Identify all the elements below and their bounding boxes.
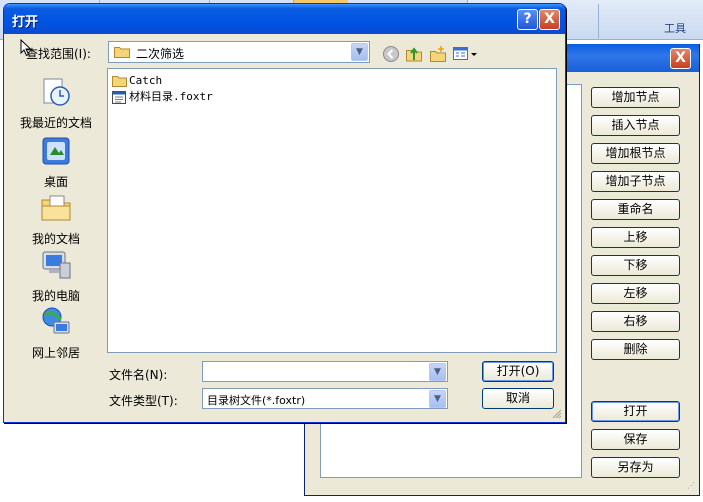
add-node-button[interactable]: 增加节点: [591, 87, 680, 108]
look-in-combo[interactable]: 二次筛选 ▼: [108, 41, 370, 63]
add-child-node-button[interactable]: 增加子节点: [591, 171, 680, 192]
move-right-button[interactable]: 右移: [591, 311, 680, 332]
chevron-down-icon[interactable]: ▼: [351, 43, 368, 61]
view-menu-icon[interactable]: [452, 45, 478, 63]
resize-grip-icon[interactable]: [552, 409, 562, 419]
place-label: 我的文档: [31, 232, 80, 246]
save-as-button[interactable]: 另存为: [591, 457, 680, 478]
file-name-label: 文件名(N):: [109, 368, 168, 382]
tree-close-button[interactable]: X: [670, 48, 691, 69]
place-recent-documents[interactable]: 我最近的文档: [12, 76, 100, 132]
place-label: 网上邻居: [31, 346, 80, 360]
place-my-computer[interactable]: 我的电脑: [12, 249, 100, 305]
file-type-value: 目录树文件(*.foxtr): [207, 394, 306, 407]
move-up-button[interactable]: 上移: [591, 227, 680, 248]
insert-node-button[interactable]: 插入节点: [591, 115, 680, 136]
place-label: 我最近的文档: [19, 116, 92, 130]
place-network[interactable]: 网上邻居: [12, 306, 100, 362]
file-icon: [112, 91, 126, 104]
desktop-icon: [42, 137, 70, 165]
mouse-cursor-icon: [20, 39, 32, 57]
open-file-dialog: 打开 ? X 查找范围(I): 二次筛选 ▼ 我最近的文档 桌面 我的文档 我的…: [3, 3, 566, 423]
open-tree-button[interactable]: 打开: [591, 401, 680, 422]
add-root-node-button[interactable]: 增加根节点: [591, 143, 680, 164]
chevron-down-icon[interactable]: ▼: [429, 390, 446, 408]
open-button[interactable]: 打开(O): [482, 361, 554, 382]
place-desktop[interactable]: 桌面: [12, 135, 100, 191]
network-places-icon: [42, 307, 70, 334]
folder-icon: [114, 47, 130, 58]
look-in-value: 二次筛选: [136, 47, 185, 61]
place-label: 我的电脑: [31, 289, 80, 303]
back-icon[interactable]: [382, 45, 400, 63]
file-type-label: 文件类型(T):: [109, 394, 178, 408]
rename-button[interactable]: 重命名: [591, 199, 680, 220]
dialog-close-button[interactable]: X: [539, 9, 560, 30]
help-button[interactable]: ?: [517, 9, 538, 30]
cancel-button[interactable]: 取消: [482, 388, 554, 409]
ribbon-separator: [598, 4, 599, 38]
places-bar: 我最近的文档 桌面 我的文档 我的电脑 网上邻居: [12, 68, 100, 370]
move-down-button[interactable]: 下移: [591, 255, 680, 276]
place-my-documents[interactable]: 我的文档: [12, 192, 100, 248]
ribbon-tools-label[interactable]: 工具: [664, 20, 686, 36]
recent-docs-icon: [43, 78, 70, 106]
dialog-title: 打开: [12, 15, 39, 30]
file-name-input[interactable]: ▼: [202, 361, 448, 382]
my-documents-icon: [41, 195, 71, 221]
file-name: 材料目录.foxtr: [129, 90, 213, 103]
resize-grip-icon[interactable]: ⋰: [687, 482, 697, 493]
chevron-down-icon[interactable]: ▼: [429, 363, 446, 381]
file-type-combo[interactable]: 目录树文件(*.foxtr) ▼: [202, 388, 448, 409]
new-folder-icon[interactable]: [429, 45, 447, 63]
dialog-titlebar[interactable]: 打开 ? X: [4, 4, 565, 34]
place-label: 桌面: [43, 175, 68, 189]
file-name: Catch: [129, 74, 163, 87]
look-in-label: 查找范围(I):: [26, 47, 91, 61]
folder-icon: [112, 76, 127, 87]
my-computer-icon: [42, 251, 71, 279]
move-left-button[interactable]: 左移: [591, 283, 680, 304]
file-list[interactable]: Catch 材料目录.foxtr: [107, 68, 557, 353]
delete-button[interactable]: 删除: [591, 339, 680, 360]
up-folder-icon[interactable]: [405, 45, 423, 63]
save-tree-button[interactable]: 保存: [591, 429, 680, 450]
